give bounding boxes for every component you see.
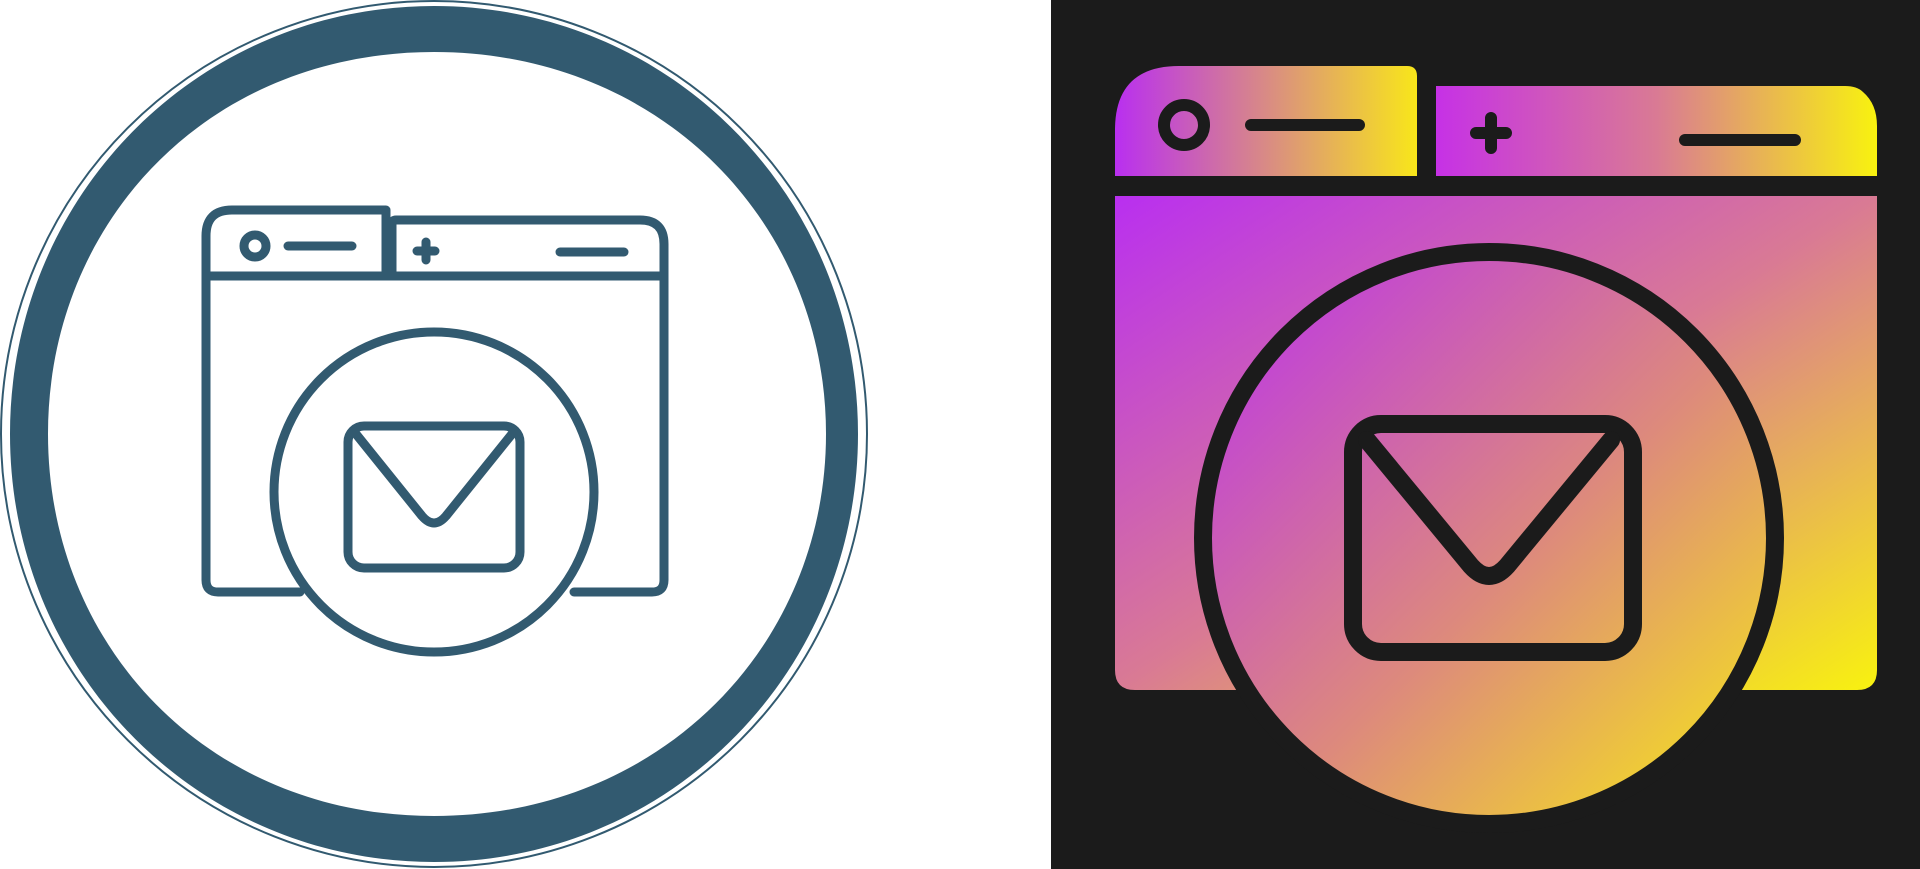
envelope-badge-icon [1194,243,1784,833]
gradient-icon-panel [1051,0,1920,869]
icon-sheet [0,0,1920,869]
email-website-gradient-icon [1115,66,1877,833]
envelope-badge-icon [269,327,599,657]
email-website-line-icon [0,0,868,868]
line-icon-panel [0,0,1051,869]
